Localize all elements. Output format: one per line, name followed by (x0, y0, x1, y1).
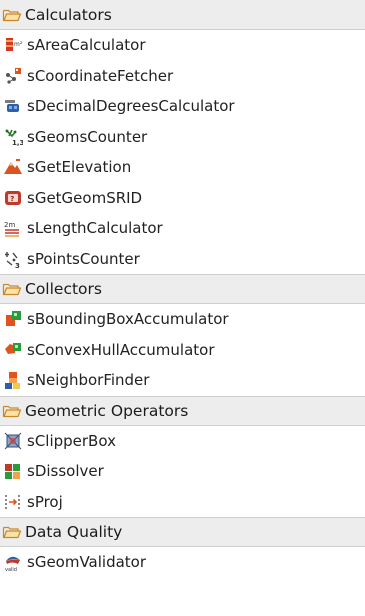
list-item-sboundingboxaccumulator[interactable]: sBoundingBoxAccumulator (0, 304, 365, 335)
group-label: Calculators (25, 5, 112, 24)
list-item-slengthcalculator[interactable]: 2m sLengthCalculator (0, 213, 365, 244)
list-item-scoordinatefetcher[interactable]: sCoordinateFetcher (0, 61, 365, 92)
item-label: sDecimalDegreesCalculator (27, 97, 235, 116)
list-item-sproj[interactable]: sProj (0, 487, 365, 518)
list-item-sdecimaldegreescalculator[interactable]: sDecimalDegreesCalculator (0, 91, 365, 122)
item-label: sGeomsCounter (27, 127, 148, 146)
folder-open-icon (2, 283, 22, 296)
item-label: sPointsCounter (27, 249, 140, 268)
group-header-data-quality[interactable]: Data Quality (0, 517, 365, 547)
item-label: sGetGeomSRID (27, 188, 143, 207)
item-label: sCoordinateFetcher (27, 66, 174, 85)
list-item-sclipperbox[interactable]: sClipperBox (0, 426, 365, 457)
component-palette: Calculators m² sAreaCalculator sCoordina… (0, 0, 365, 616)
item-label: sGetElevation (27, 158, 132, 177)
length-calculator-icon: 2m (4, 221, 19, 238)
group-header-collectors[interactable]: Collectors (0, 274, 365, 304)
item-label: sProj (27, 492, 63, 511)
item-label: sAreaCalculator (27, 36, 146, 55)
dissolver-icon (5, 464, 20, 480)
area-calculator-icon: m² (6, 38, 23, 52)
group-header-calculators[interactable]: Calculators (0, 0, 365, 30)
geom-validator-icon: valid (5, 556, 20, 572)
svg-text:3: 3 (15, 262, 20, 269)
list-item-sgeomvalidator[interactable]: valid sGeomValidator (0, 547, 365, 578)
item-label: sGeomValidator (27, 553, 147, 572)
svg-text:valid: valid (5, 567, 17, 572)
list-item-spointscounter[interactable]: 3 sPointsCounter (0, 244, 365, 275)
item-label: sLengthCalculator (27, 219, 163, 238)
item-label: sNeighborFinder (27, 371, 150, 390)
clipper-box-icon (4, 432, 22, 450)
list-item-sgeomscounter[interactable]: 1,3 sGeomsCounter (0, 122, 365, 153)
list-item-sconvexhullaccumulator[interactable]: sConvexHullAccumulator (0, 335, 365, 366)
folder-open-icon (2, 526, 22, 539)
item-label: sConvexHullAccumulator (27, 340, 215, 359)
folder-open-icon (2, 9, 22, 21)
list-item-sareacalculator[interactable]: m² sAreaCalculator (0, 30, 365, 61)
list-item-sgetelevation[interactable]: sGetElevation (0, 152, 365, 183)
coordinate-fetcher-icon (6, 67, 21, 84)
item-label: sClipperBox (27, 431, 116, 450)
neighbor-finder-icon (5, 372, 20, 390)
svg-text:m²: m² (14, 41, 23, 48)
decimal-degrees-icon (5, 100, 19, 113)
svg-text:2m: 2m (4, 221, 15, 229)
group-header-geometric-operators[interactable]: Geometric Operators (0, 395, 365, 426)
item-label: sDissolver (27, 462, 104, 481)
list-item-sneighborfinder[interactable]: sNeighborFinder (0, 365, 365, 396)
list-item-sgetgeomsrid[interactable]: ? sGetGeomSRID (0, 183, 365, 214)
group-label: Data Quality (25, 523, 123, 541)
projection-icon (5, 494, 20, 509)
elevation-icon (4, 159, 22, 175)
svg-text:1,3: 1,3 (12, 139, 23, 147)
bounding-box-icon (6, 311, 21, 327)
item-label: sBoundingBoxAccumulator (27, 310, 229, 329)
group-label: Geometric Operators (25, 401, 189, 420)
group-label: Collectors (25, 280, 102, 298)
convex-hull-icon (5, 342, 21, 354)
geoms-counter-icon: 1,3 (5, 129, 23, 147)
list-item-sdissolver[interactable]: sDissolver (0, 456, 365, 487)
srid-icon: ? (5, 190, 21, 205)
folder-open-icon (2, 405, 22, 417)
points-counter-icon: 3 (5, 251, 20, 269)
svg-text:?: ? (10, 195, 14, 203)
